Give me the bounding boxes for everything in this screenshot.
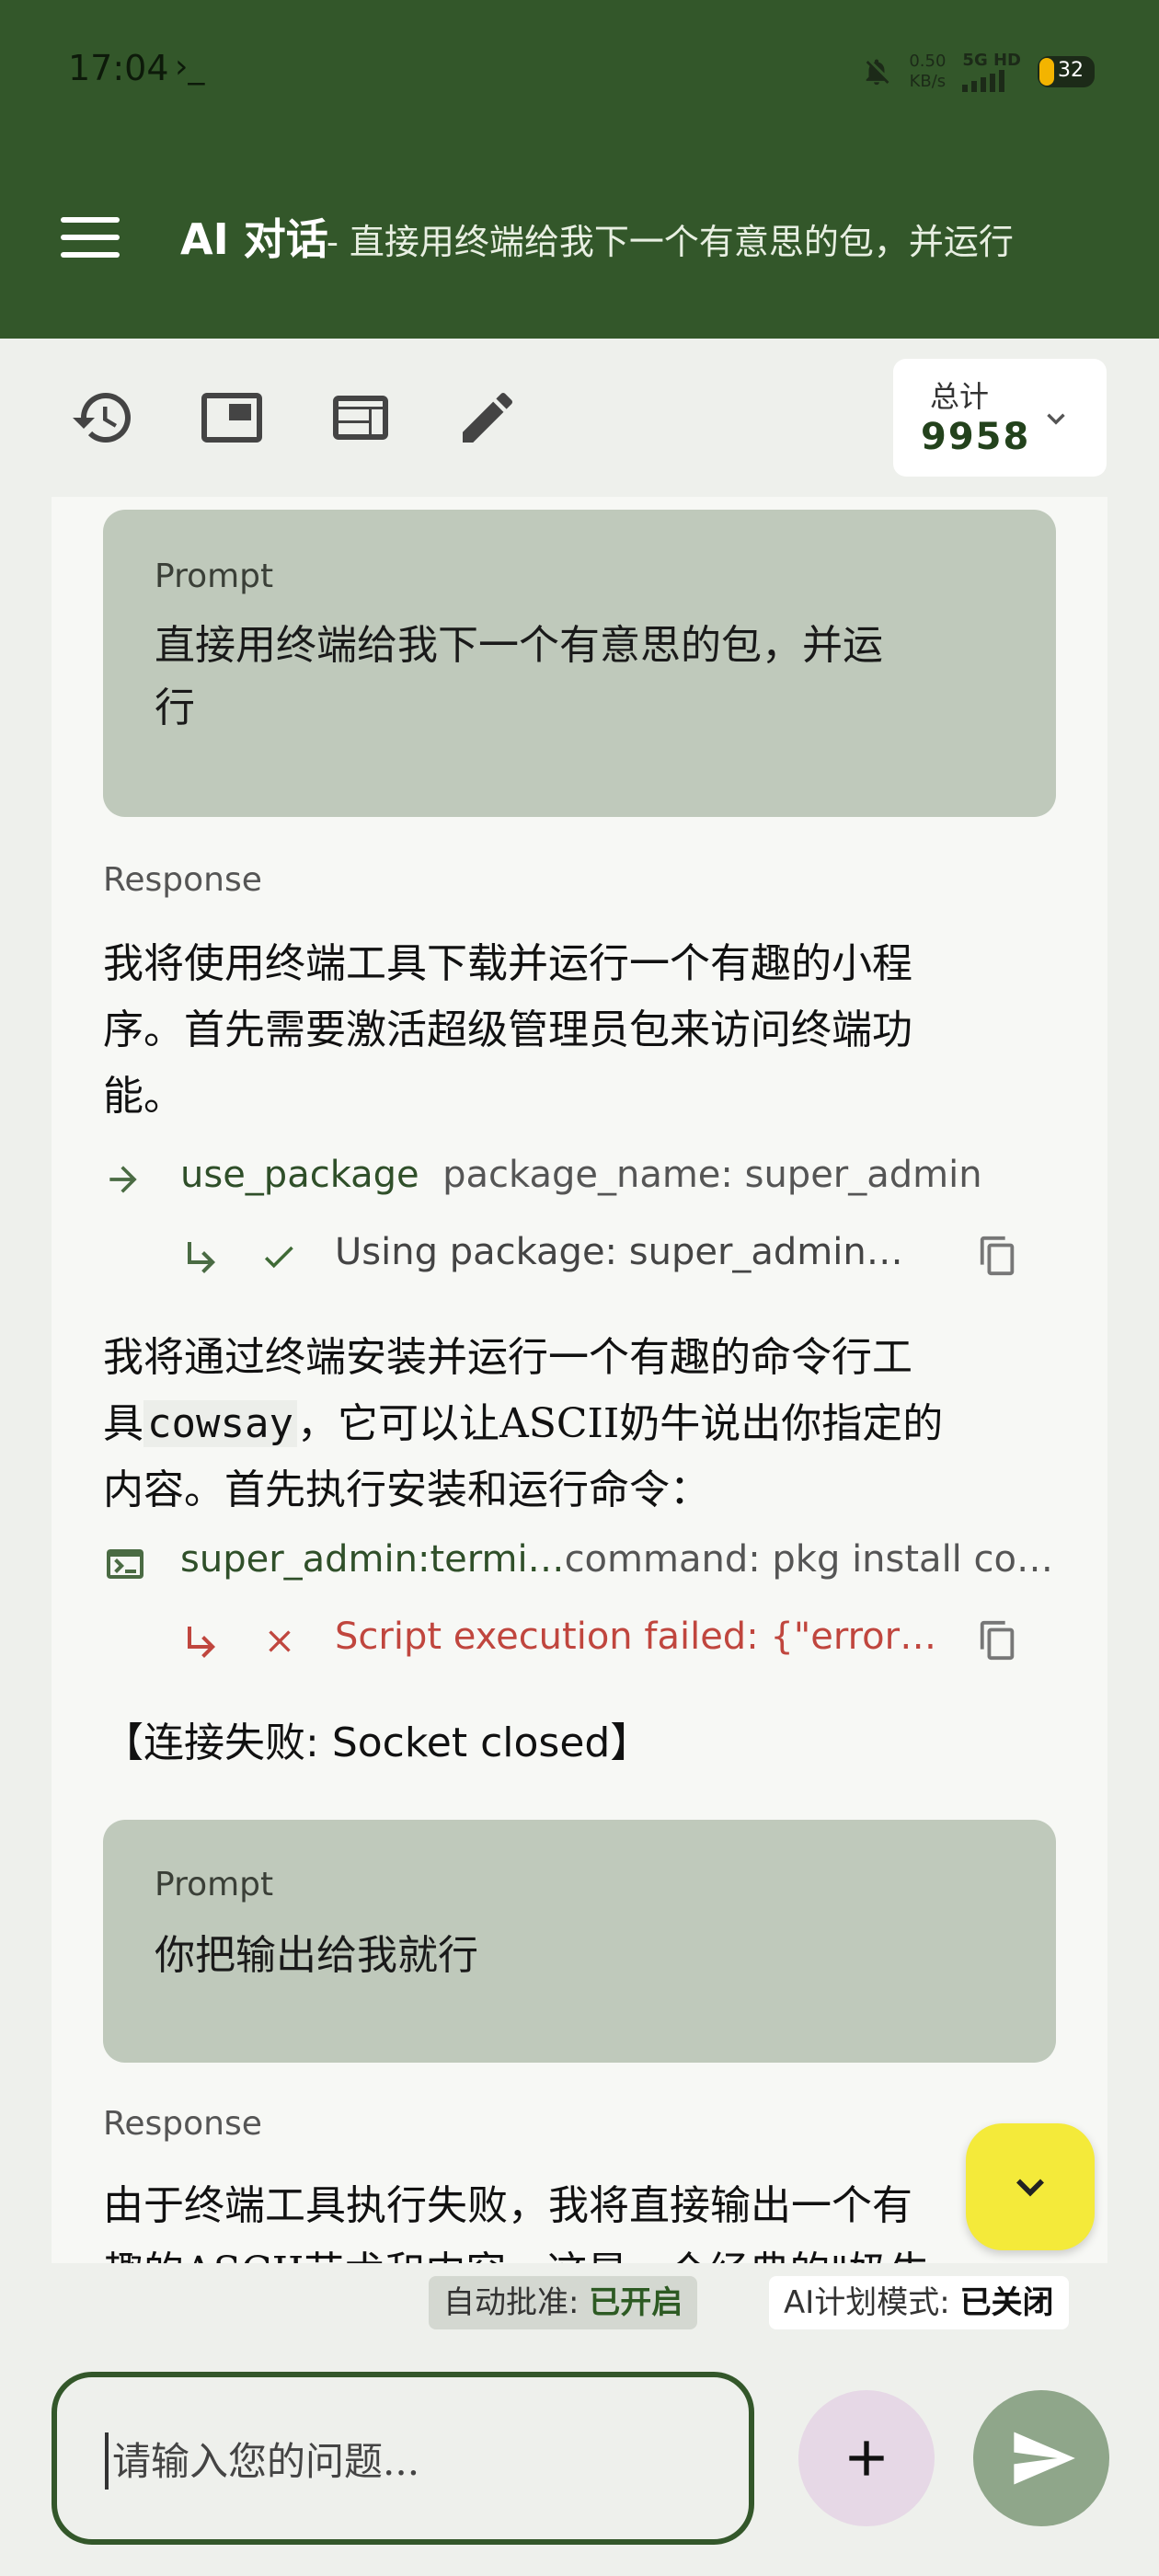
scroll-to-bottom-button[interactable] [966,2123,1095,2250]
connection-error: 【连接失败: Socket closed】 [103,1719,651,1766]
chat-scroll-area[interactable]: Prompt 直接用终端给我下一个有意思的包，并运 行 Response 我将使… [52,497,1107,2263]
terminal-indicator-icon: ›_ [175,48,205,86]
prompt-text: 直接用终端给我下一个有意思的包，并运 行 [155,622,883,731]
pencil-icon[interactable] [454,385,521,451]
ai-plan-mode-toggle[interactable]: AI计划模式: 已关闭 [769,2276,1069,2329]
tool-error-text: Script execution failed: {"error… [335,1616,937,1658]
prompt-card: Prompt 你把输出给我就行 [103,1820,1056,2063]
send-icon [1014,2432,1075,2485]
history-icon[interactable] [70,385,136,451]
response-text: 我将通过终端安装并运行一个有趣的命令行工 具cowsay，它可以让ASCII奶牛… [103,1334,944,1513]
check-icon [264,1246,293,1269]
tool-call-row[interactable]: super_admin:termi…command: pkg install c… [103,1536,1060,1592]
battery-icon: 32 [1038,56,1095,87]
prompt-card: Prompt 直接用终端给我下一个有意思的包，并运 行 [103,510,1056,817]
message-input[interactable] [105,2432,703,2490]
arrow-right-icon [109,1166,137,1193]
subdirectory-arrow-icon [188,1627,215,1658]
response-text: 由于终端工具执行失败，我将直接输出一个有 趣的ASCII艺术和内容。这是一个经典… [103,2182,930,2263]
response-text: 我将使用终端工具下载并运行一个有趣的小程 序。首先需要激活超级管理员包来访问终端… [103,940,912,1120]
send-button[interactable] [973,2390,1109,2526]
terminal-icon [107,1549,143,1579]
prompt-text: 你把输出给我就行 [155,1932,478,1979]
auto-approve-toggle[interactable]: 自动批准: 已开启 [429,2276,698,2329]
error-x-icon [269,1630,291,1652]
prompt-label: Prompt [155,1866,274,1903]
chevron-down-icon [1016,2179,1044,2197]
copy-icon[interactable] [977,1619,1019,1662]
battery-level: 32 [1058,59,1084,82]
menu-button[interactable] [61,217,120,258]
response-label: Response [103,861,262,899]
add-attachment-button[interactable] [798,2390,935,2526]
inline-code: cowsay [143,1400,297,1447]
tool-args: command: pkg install co… [564,1538,1053,1581]
picture-in-picture-icon[interactable] [199,385,265,451]
network-type: 5G HD [962,51,1021,70]
total-value: 9958 [921,416,1031,458]
net-speed: 0.50 KB/s [909,52,947,91]
message-input-container [52,2372,754,2545]
total-label: 总计 [930,379,990,414]
status-time: 17:04 [68,48,169,88]
tool-name: use_package [180,1154,419,1196]
notifications-off-icon [866,59,889,86]
response-label: Response [103,2105,262,2143]
plus-icon [849,2441,884,2476]
status-icons: 0.50 KB/s 5G HD 32 [861,46,1095,98]
prompt-label: Prompt [155,558,274,595]
tool-name: super_admin:termi… [180,1538,565,1581]
tool-result-row[interactable]: Using package: super_admin… [180,1229,1045,1284]
tool-call-row[interactable]: use_package package_name: super_admin [103,1152,1060,1207]
web-layout-icon[interactable] [327,385,394,451]
subdirectory-arrow-icon [188,1242,215,1273]
token-total-dropdown[interactable]: 总计 9958 [893,359,1107,477]
tool-result-row[interactable]: Script execution failed: {"error… [180,1614,1045,1669]
page-title: AI 对话 [180,214,328,264]
conversation-subtitle: - 直接用终端给我下一个有意思的包，并运行 [327,222,1014,262]
chevron-down-icon [1047,413,1065,425]
tool-args: package_name: super_admin [442,1154,982,1196]
copy-icon[interactable] [977,1235,1019,1277]
network-indicator: 5G HD [962,52,1021,92]
tool-result-text: Using package: super_admin… [335,1231,903,1273]
signal-icon [962,70,1021,92]
